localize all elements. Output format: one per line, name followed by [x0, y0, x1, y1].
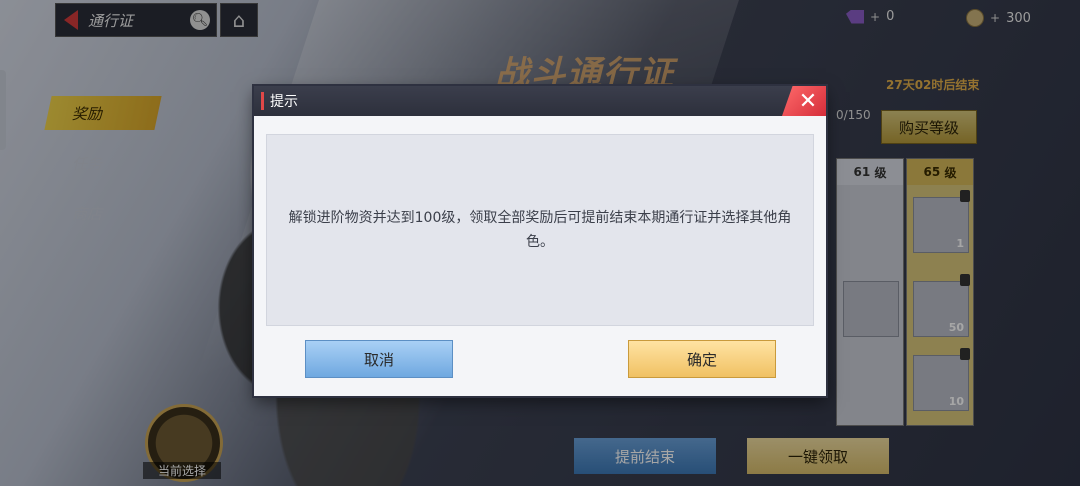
confirm-button[interactable]: 确定: [628, 340, 776, 378]
close-icon: ✕: [798, 88, 818, 114]
dialog-message: 解锁进阶物资并达到100级，领取全部奖励后可提前结束本期通行证并选择其他角色。: [288, 210, 792, 250]
dialog-header: 提示 ✕: [254, 86, 826, 116]
dialog-title: 提示: [270, 94, 298, 110]
confirm-dialog: 提示 ✕ 解锁进阶物资并达到100级，领取全部奖励后可提前结束本期通行证并选择其…: [254, 86, 826, 396]
close-button[interactable]: ✕: [782, 86, 826, 116]
cancel-button[interactable]: 取消: [305, 340, 453, 378]
dialog-body: 解锁进阶物资并达到100级，领取全部奖励后可提前结束本期通行证并选择其他角色。: [266, 134, 814, 326]
title-accent-bar: [261, 92, 264, 110]
